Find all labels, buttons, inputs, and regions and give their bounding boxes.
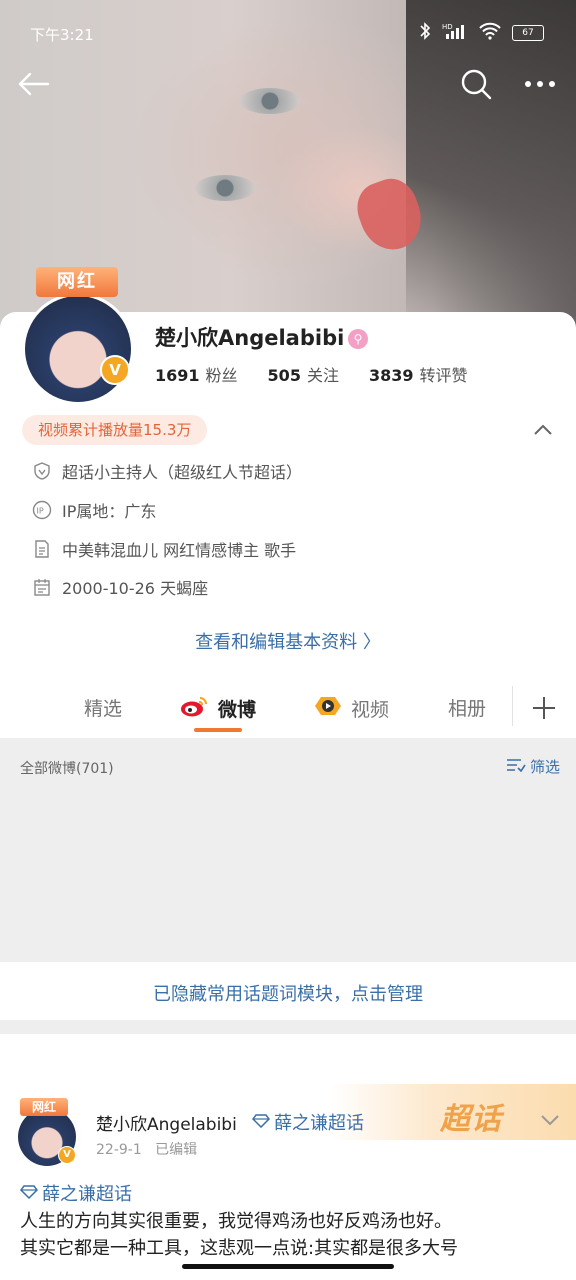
more-button[interactable]	[522, 64, 562, 104]
verified-shield-icon	[32, 461, 52, 481]
post-verified-icon: V	[58, 1146, 76, 1164]
post-author[interactable]: 楚小欣Angelabibi	[96, 1110, 237, 1135]
diamond-icon	[20, 1183, 38, 1204]
info-ip-location: IP IP属地：广东	[32, 497, 156, 523]
tab-weibo[interactable]: 微博	[180, 694, 256, 723]
cover-eye-left	[240, 88, 300, 114]
info-bio: 中美韩混血儿 网红情感博主 歌手	[32, 536, 296, 562]
cover-eye-right	[195, 175, 255, 201]
ip-icon: IP	[32, 500, 52, 520]
info-text: 超话小主持人（超级红人节超话）	[62, 463, 303, 482]
info-text: IP属地：广东	[62, 502, 157, 521]
post-topic-link[interactable]: 薛之谦超话	[20, 1180, 132, 1206]
profile-stats: 1691 粉丝 505 关注 3839 转评赞	[155, 362, 468, 386]
post-meta: 22-9-1 已编辑	[96, 1142, 198, 1158]
signal-icon: HD	[442, 22, 468, 44]
post-topic-inline[interactable]: 薛之谦超话	[252, 1109, 364, 1135]
tab-divider	[512, 686, 513, 726]
super-topic-label: 超话	[440, 1102, 502, 1137]
member-badge-icon[interactable]: ⚲	[348, 329, 368, 349]
back-button[interactable]	[16, 64, 56, 104]
info-super-host: 超话小主持人（超级红人节超话）	[32, 458, 302, 484]
status-icons: HD 67	[418, 22, 544, 44]
post-body[interactable]: 人生的方向其实很重要，我觉得鸡汤也好反鸡汤也好。 其实它都是一种工具，这悲观一点…	[20, 1208, 560, 1262]
profile-tabs: 精选 微博 视频 相册	[0, 678, 576, 738]
hidden-topic-notice[interactable]: 已隐藏常用话题词模块，点击管理	[0, 980, 576, 1006]
calendar-icon	[32, 577, 52, 597]
info-text: 中美韩混血儿 网红情感博主 歌手	[62, 541, 297, 560]
tab-video[interactable]: 视频	[313, 694, 389, 723]
post-menu-chevron-icon[interactable]	[540, 1112, 560, 1126]
active-tab-indicator	[194, 728, 242, 732]
video-plays-tag[interactable]: 视频累计播放量15.3万	[22, 415, 208, 445]
section-gap	[0, 1020, 576, 1034]
document-icon	[32, 539, 52, 559]
collapse-chevron-icon[interactable]	[532, 420, 554, 440]
search-button[interactable]	[458, 64, 498, 104]
info-birthday: 2000-10-26 天蝎座	[32, 574, 208, 600]
edit-profile-link[interactable]: 查看和编辑基本资料 〉	[0, 628, 576, 654]
svg-text:HD: HD	[442, 23, 453, 31]
wanghong-badge: 网红	[36, 267, 118, 297]
profile-name: 楚小欣Angelabibi	[155, 326, 345, 350]
battery-icon: 67	[512, 25, 544, 41]
post-avatar-group[interactable]: 网红 V	[18, 1098, 78, 1168]
status-bar: 下午3:21 HD 67	[0, 18, 576, 50]
followers-stat[interactable]: 1691 粉丝	[155, 362, 238, 386]
home-indicator[interactable]	[182, 1264, 394, 1269]
avatar[interactable]	[22, 293, 134, 405]
post-wanghong-badge: 网红	[20, 1098, 68, 1116]
weibo-logo-icon	[180, 694, 210, 723]
all-weibo-count[interactable]: 全部微博(701)	[20, 758, 114, 778]
bluetooth-icon	[418, 22, 432, 44]
post-body-line: 人生的方向其实很重要，我觉得鸡汤也好反鸡汤也好。	[20, 1211, 452, 1232]
tab-featured[interactable]: 精选	[84, 694, 122, 721]
diamond-icon	[252, 1112, 270, 1133]
video-tab-icon	[313, 694, 343, 723]
tab-album[interactable]: 相册	[448, 694, 486, 721]
svg-text:IP: IP	[37, 507, 44, 516]
filter-button[interactable]: 筛选	[506, 756, 560, 777]
wifi-icon	[478, 22, 502, 44]
interactions-stat[interactable]: 3839 转评赞	[369, 362, 468, 386]
filter-icon	[506, 757, 526, 777]
status-time: 下午3:21	[30, 26, 94, 44]
add-tab-button[interactable]	[530, 694, 558, 722]
following-stat[interactable]: 505 关注	[268, 362, 339, 386]
post-body-line: 其实它都是一种工具，这悲观一点说:其实都是很多大号	[20, 1238, 459, 1259]
profile-avatar-group[interactable]: 网红 V	[22, 267, 134, 405]
verified-badge-icon: V	[100, 355, 130, 385]
info-text: 2000-10-26 天蝎座	[62, 579, 209, 598]
